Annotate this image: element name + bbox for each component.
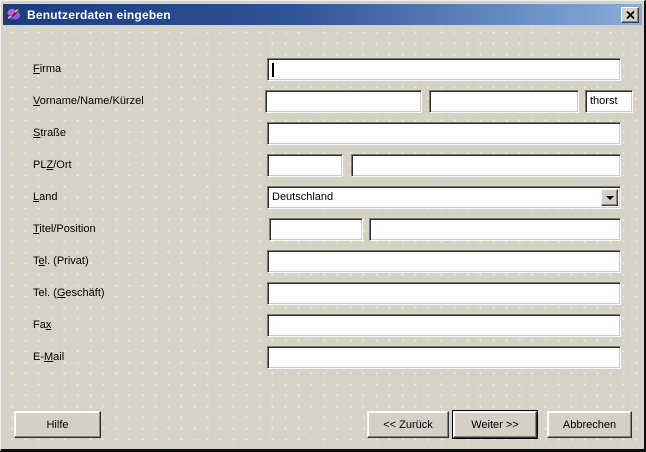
form-row-plz-ort: PLZ/Ort: [1, 154, 644, 177]
fax-input[interactable]: [267, 314, 621, 337]
vorname-label: Vorname/Name/Kürzel: [33, 90, 144, 113]
position-input[interactable]: [369, 218, 621, 241]
close-button[interactable]: [621, 7, 639, 23]
label-text: irma: [40, 63, 61, 75]
email-input[interactable]: [267, 346, 621, 369]
combobox-dropdown-button[interactable]: [601, 189, 618, 206]
form-row-vorname-name-kuerzel: Vorname/Name/Kürzel thorst: [1, 90, 644, 113]
land-combobox[interactable]: Deutschland: [267, 186, 621, 209]
label-mnemonic: V: [33, 95, 40, 107]
titel-position-label: Titel/Position: [33, 218, 96, 241]
plz-input[interactable]: [267, 154, 343, 177]
titel-input[interactable]: [269, 218, 363, 241]
label-text: traße: [40, 127, 66, 139]
label-text: PL: [33, 159, 46, 171]
plz-ort-label: PLZ/Ort: [33, 154, 72, 177]
user-data-dialog: Benutzerdaten eingeben Firma Vorname/Nam…: [0, 0, 646, 452]
label-text: /Ort: [53, 159, 71, 171]
form-row-fax: Fax: [1, 314, 644, 337]
email-label: E-Mail: [33, 346, 64, 369]
firma-input[interactable]: [267, 58, 621, 81]
form-row-land: Land Deutschland: [1, 186, 644, 209]
firma-label: Firma: [33, 58, 61, 81]
label-text: Tel. (: [33, 287, 57, 299]
next-button[interactable]: Weiter >>: [453, 411, 537, 438]
strasse-input[interactable]: [267, 122, 621, 145]
field-value: thorst: [590, 95, 618, 107]
label-mnemonic: F: [33, 63, 40, 75]
ort-input[interactable]: [351, 154, 621, 177]
close-icon: [626, 11, 635, 19]
kuerzel-input[interactable]: thorst: [585, 90, 633, 113]
form-row-strasse: Straße: [1, 122, 644, 145]
label-text: and: [39, 191, 57, 203]
vorname-input[interactable]: [265, 90, 422, 113]
tel-geschaeft-label: Tel. (Geschäft): [33, 282, 105, 305]
tel-privat-label: Tel. (Privat): [33, 250, 89, 273]
butterfly-app-icon: [6, 7, 22, 23]
help-button[interactable]: Hilfe: [14, 411, 101, 438]
label-text: itel/Position: [39, 223, 95, 235]
label-mnemonic: M: [44, 351, 53, 363]
cancel-button[interactable]: Abbrechen: [547, 411, 632, 438]
back-button[interactable]: << Zurück: [367, 411, 449, 438]
text-caret: [272, 63, 274, 77]
window-title: Benutzerdaten eingeben: [27, 8, 171, 22]
label-text: eschäft): [65, 287, 104, 299]
label-mnemonic: x: [46, 319, 52, 331]
form-row-firma: Firma: [1, 58, 644, 81]
combobox-selected-value: Deutschland: [272, 191, 333, 203]
name-input[interactable]: [429, 90, 579, 113]
label-text: Fa: [33, 319, 46, 331]
land-label: Land: [33, 186, 57, 209]
form-row-tel-privat: Tel. (Privat): [1, 250, 644, 273]
label-text: E-: [33, 351, 44, 363]
label-text: ail: [53, 351, 64, 363]
label-text: orname/Name/Kürzel: [40, 95, 144, 107]
tel-privat-input[interactable]: [267, 250, 621, 273]
fax-label: Fax: [33, 314, 51, 337]
strasse-label: Straße: [33, 122, 66, 145]
tel-geschaeft-input[interactable]: [267, 282, 621, 305]
form-row-tel-geschaeft: Tel. (Geschäft): [1, 282, 644, 305]
label-text: l. (Privat): [45, 255, 89, 267]
form-row-email: E-Mail: [1, 346, 644, 369]
form-row-titel-position: Titel/Position: [1, 218, 644, 241]
chevron-down-icon: [606, 196, 614, 200]
titlebar[interactable]: Benutzerdaten eingeben: [3, 4, 642, 25]
